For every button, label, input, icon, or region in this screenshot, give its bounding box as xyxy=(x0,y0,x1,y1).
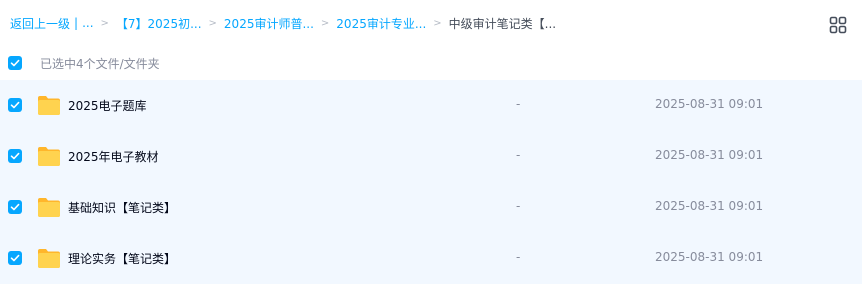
select-all-checkbox[interactable] xyxy=(8,56,22,70)
grid-view-icon[interactable] xyxy=(829,16,847,34)
row-checkbox[interactable] xyxy=(8,251,22,265)
folder-icon xyxy=(38,249,60,268)
checkmark-icon xyxy=(10,59,20,67)
file-size: - xyxy=(516,250,521,264)
list-item[interactable]: 基础知识【笔记类】 - 2025-08-31 09:01 xyxy=(0,182,862,233)
row-checkbox[interactable] xyxy=(8,200,22,214)
selection-header: 已选中4个文件/文件夹 xyxy=(0,46,862,80)
list-item[interactable]: 2025年电子教材 - 2025-08-31 09:01 xyxy=(0,131,862,182)
file-browser: 返回上一级 | ... > 【7】2025初... > 2025审计师普... … xyxy=(0,0,862,294)
breadcrumb-current: 中级审计笔记类【... xyxy=(448,16,557,31)
back-separator: | xyxy=(74,16,79,30)
breadcrumb-item-1[interactable]: 【7】2025初... xyxy=(116,15,202,32)
file-name[interactable]: 理论实务【笔记类】 xyxy=(68,250,176,267)
file-modified-date: 2025-08-31 09:01 xyxy=(655,97,764,111)
selection-count-label: 已选中4个文件/文件夹 xyxy=(40,56,160,71)
file-size: - xyxy=(516,199,521,213)
checkmark-icon xyxy=(10,101,20,109)
breadcrumb-item-3[interactable]: 2025审计专业... xyxy=(336,15,426,32)
breadcrumb-separator-icon: > xyxy=(100,17,109,29)
checkmark-icon xyxy=(10,203,20,211)
file-modified-date: 2025-08-31 09:01 xyxy=(655,250,764,264)
list-item[interactable]: 2025电子题库 - 2025-08-31 09:01 xyxy=(0,80,862,131)
file-modified-date: 2025-08-31 09:01 xyxy=(655,148,764,162)
breadcrumb-separator-icon: > xyxy=(320,17,330,29)
file-list: 2025电子题库 - 2025-08-31 09:01 2025年电子教材 - … xyxy=(0,80,862,284)
file-name[interactable]: 2025年电子教材 xyxy=(68,148,159,165)
list-item[interactable]: 理论实务【笔记类】 - 2025-08-31 09:01 xyxy=(0,233,862,284)
checkmark-icon xyxy=(10,152,20,160)
file-size: - xyxy=(516,97,521,111)
file-name[interactable]: 基础知识【笔记类】 xyxy=(68,199,176,216)
folder-icon xyxy=(38,198,60,217)
file-size: - xyxy=(516,148,521,162)
breadcrumb-more[interactable]: ... xyxy=(82,16,93,30)
file-modified-date: 2025-08-31 09:01 xyxy=(655,199,764,213)
breadcrumb-separator-icon: > xyxy=(208,17,217,29)
folder-icon xyxy=(38,96,60,115)
row-checkbox[interactable] xyxy=(8,98,22,112)
breadcrumb-item-2[interactable]: 2025审计师普... xyxy=(224,15,314,32)
row-checkbox[interactable] xyxy=(8,149,22,163)
breadcrumb-separator-icon: > xyxy=(433,17,442,29)
file-name[interactable]: 2025电子题库 xyxy=(68,97,147,114)
back-link[interactable]: 返回上一级 xyxy=(10,15,70,32)
checkmark-icon xyxy=(10,254,20,262)
folder-icon xyxy=(38,147,60,166)
breadcrumb: 返回上一级 | ... > 【7】2025初... > 2025审计师普... … xyxy=(0,0,862,46)
